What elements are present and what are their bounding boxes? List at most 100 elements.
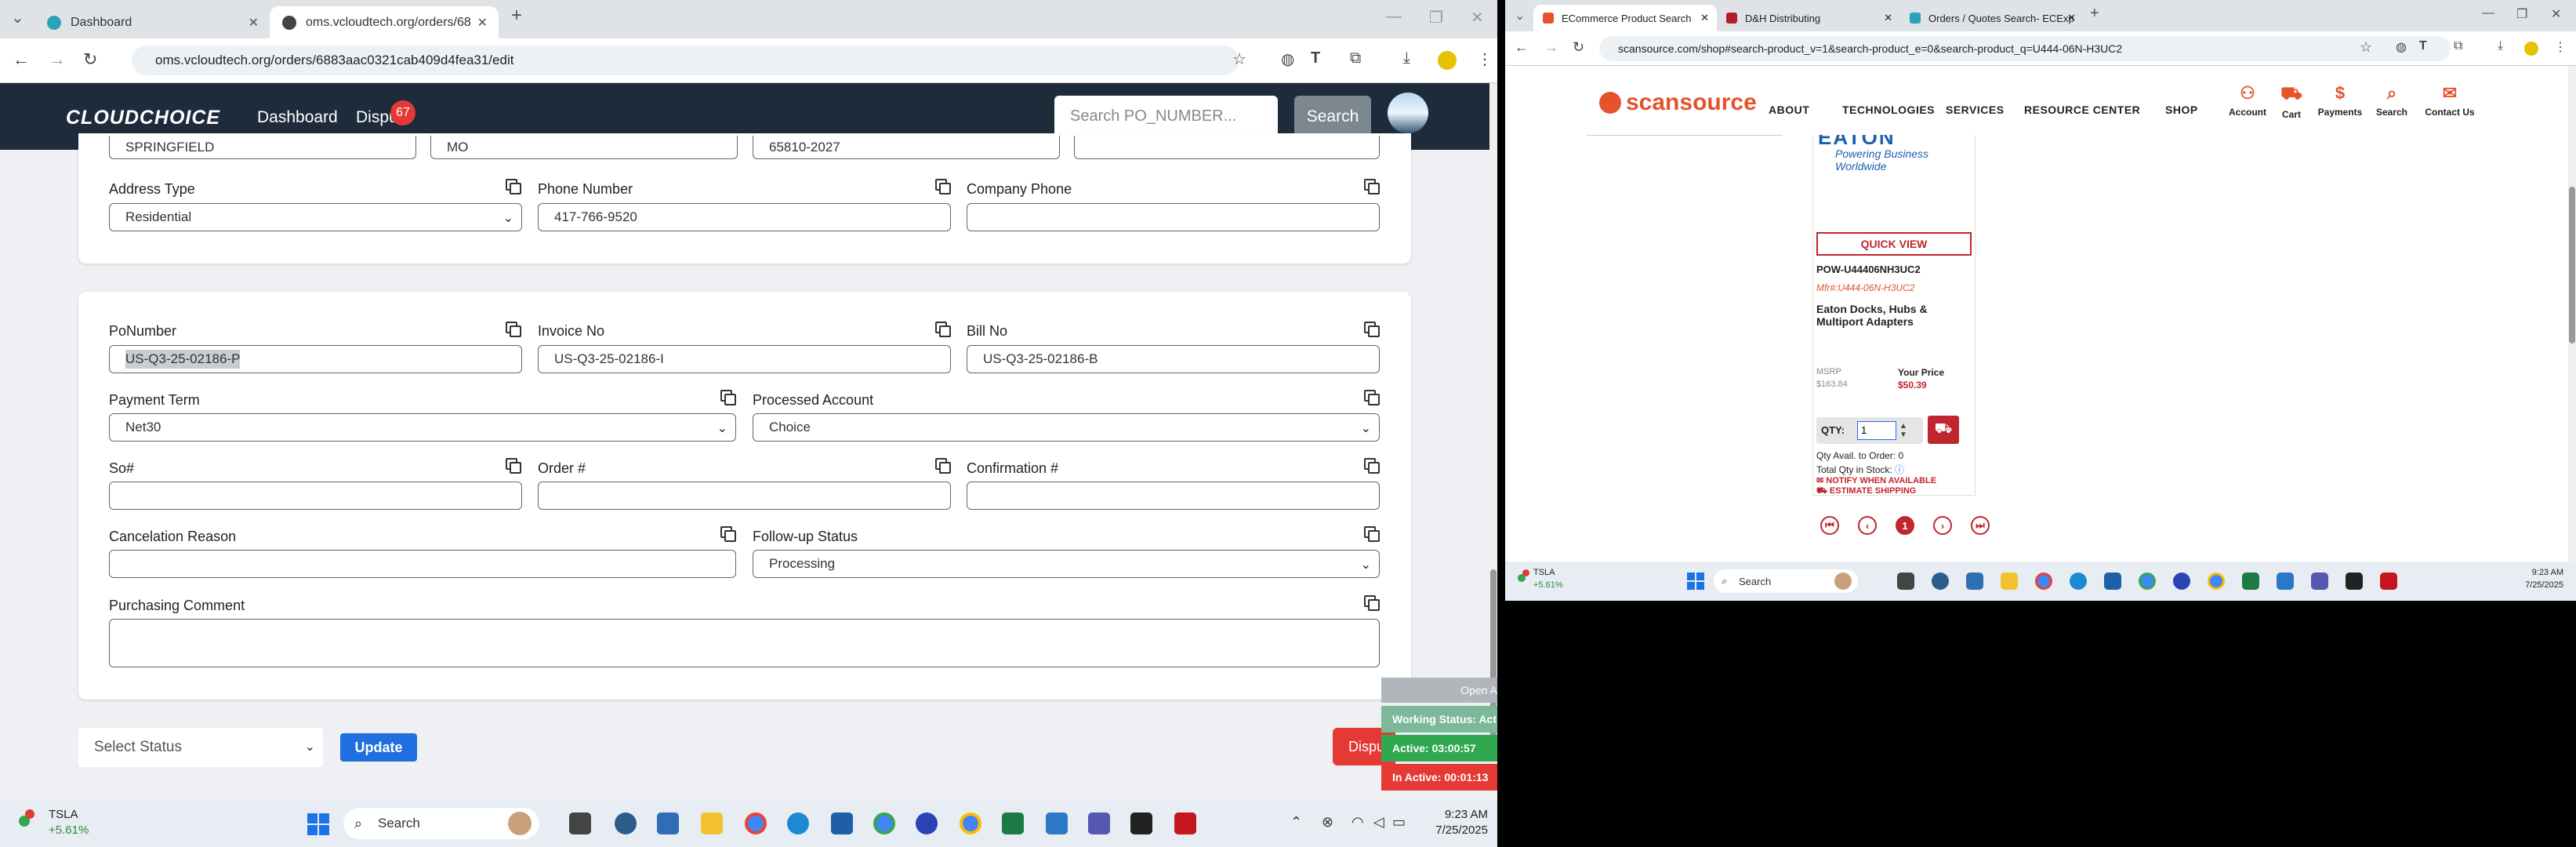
search-button[interactable]: Search xyxy=(1294,96,1371,137)
open-activity-label[interactable]: Open A xyxy=(1381,678,1497,703)
quick-view-button[interactable]: QUICK VIEW xyxy=(1816,232,1972,256)
new-tab-icon[interactable]: + xyxy=(2090,5,2099,23)
copy-icon[interactable] xyxy=(1364,390,1380,405)
close-icon[interactable]: ✕ xyxy=(1884,12,1892,24)
windows-start-icon[interactable] xyxy=(307,813,329,835)
back-icon[interactable]: ← xyxy=(13,49,30,70)
puzzle-icon[interactable]: ⧉ xyxy=(1350,49,1361,67)
chrome-icon[interactable] xyxy=(873,812,895,834)
company-phone-input[interactable] xyxy=(967,203,1380,231)
tab-search-icon[interactable]: ⌄ xyxy=(11,8,24,27)
bookmark-star-icon[interactable]: ☆ xyxy=(2360,39,2372,56)
puzzle-icon[interactable]: ⧉ xyxy=(2454,39,2462,53)
chrome-icon[interactable] xyxy=(2139,573,2156,590)
copy-icon[interactable] xyxy=(935,322,951,337)
file-explorer-icon[interactable] xyxy=(2001,573,2018,590)
app-icon[interactable] xyxy=(615,812,637,834)
clock-date[interactable]: 7/25/2025 xyxy=(1417,823,1488,837)
nav-resource-center[interactable]: RESOURCE CENTER xyxy=(2024,104,2140,116)
app-icon[interactable] xyxy=(1130,812,1152,834)
scansource-logo[interactable]: scansource xyxy=(1599,89,1757,116)
add-to-cart-button[interactable]: ⛟ xyxy=(1928,416,1959,444)
close-icon[interactable]: ✕ xyxy=(249,15,259,31)
download-icon[interactable]: ⤓ xyxy=(2498,39,2503,53)
app-icon[interactable] xyxy=(2277,573,2294,590)
confirmation-input[interactable] xyxy=(967,482,1380,510)
contact-link[interactable]: ✉ Contact Us xyxy=(2422,83,2477,118)
copy-icon[interactable] xyxy=(720,390,736,405)
minimize-icon[interactable]: — xyxy=(2482,6,2494,20)
file-explorer-icon[interactable] xyxy=(701,812,723,834)
tab-dh-distributing[interactable]: D&H Distributing ✕ xyxy=(1717,5,1900,31)
teams-icon[interactable] xyxy=(1088,812,1110,834)
bookmark-star-icon[interactable]: ☆ xyxy=(1232,49,1246,69)
close-icon[interactable]: ✕ xyxy=(2067,12,2076,24)
edge-icon[interactable] xyxy=(787,812,809,834)
zip-field[interactable]: 65810-2027 xyxy=(753,136,1060,159)
payment-term-select[interactable]: Net30 ⌄ xyxy=(109,413,736,442)
app-logo[interactable]: CLOUDCHOICE xyxy=(66,107,220,129)
copy-icon[interactable] xyxy=(1364,322,1380,337)
cancelation-reason-input[interactable] xyxy=(109,550,736,578)
user-avatar[interactable] xyxy=(1388,93,1428,133)
order-number-input[interactable] xyxy=(538,482,951,510)
app-icon[interactable] xyxy=(916,812,938,834)
purchasing-comment-textarea[interactable] xyxy=(109,619,1380,667)
calculator-icon[interactable] xyxy=(1966,573,1983,590)
excel-icon[interactable] xyxy=(1002,812,1024,834)
new-tab-icon[interactable]: + xyxy=(511,5,522,27)
clock-time[interactable]: 9:23 AM xyxy=(1438,808,1488,821)
profile-icon[interactable] xyxy=(2524,42,2538,56)
app-icon[interactable] xyxy=(1046,812,1068,834)
chrome-icon[interactable] xyxy=(2035,573,2052,590)
calculator-icon[interactable] xyxy=(657,812,679,834)
url-field[interactable]: scansource.com/shop#search-product_v=1&s… xyxy=(1599,36,2451,61)
first-page-icon[interactable]: ⏮ xyxy=(1820,516,1839,535)
wifi-icon[interactable]: ◠ xyxy=(1351,814,1364,831)
copy-icon[interactable] xyxy=(1364,595,1380,611)
excel-icon[interactable] xyxy=(2242,573,2259,590)
nav-shop[interactable]: SHOP xyxy=(2165,104,2198,116)
extension-icon[interactable]: ◍ xyxy=(2396,39,2407,55)
last-page-icon[interactable]: ⏭ xyxy=(1971,516,1990,535)
nav-technologies[interactable]: TECHNOLOGIES xyxy=(1842,104,1935,116)
tab-order-edit[interactable]: oms.vcloudtech.org/orders/68 ✕ xyxy=(270,6,499,38)
tray-chevron-icon[interactable]: ⌃ xyxy=(1290,814,1302,831)
estimate-link[interactable]: ⛟ ESTIMATE SHIPPING xyxy=(1816,486,1916,497)
clock-time[interactable]: 9:23 AM xyxy=(2501,568,2563,577)
copy-icon[interactable] xyxy=(1364,458,1380,474)
app-icon[interactable] xyxy=(2173,573,2190,590)
copy-icon[interactable] xyxy=(1364,526,1380,542)
qty-stepper[interactable]: ▲ ▼ xyxy=(1899,422,1907,439)
outlook-icon[interactable] xyxy=(2104,573,2121,590)
address-type-select[interactable]: Residential ⌄ xyxy=(109,203,522,231)
tab-orders-quotes[interactable]: Orders / Quotes Search- ECExp ✕ xyxy=(1900,5,2084,31)
app-icon[interactable] xyxy=(1932,573,1949,590)
notify-link[interactable]: ✉ NOTIFY WHEN AVAILABLE xyxy=(1816,475,1936,485)
edge-icon[interactable] xyxy=(2070,573,2087,590)
prev-page-icon[interactable]: ‹ xyxy=(1858,516,1877,535)
forward-icon[interactable]: → xyxy=(49,49,66,70)
cart-link[interactable]: ⛟ Cart xyxy=(2264,83,2319,120)
download-icon[interactable]: ⤓ xyxy=(1403,49,1410,67)
stock-widget-icon[interactable] xyxy=(19,809,42,828)
windows-start-icon[interactable] xyxy=(1687,573,1704,590)
close-icon[interactable]: ✕ xyxy=(1700,12,1709,24)
current-page[interactable]: 1 xyxy=(1896,516,1914,535)
teams-icon[interactable] xyxy=(2311,573,2328,590)
chrome-icon[interactable] xyxy=(960,812,981,834)
tab-ecommerce-search[interactable]: ECommerce Product Search ✕ xyxy=(1533,5,1717,31)
po-number-input[interactable]: US-Q3-25-02186-P xyxy=(109,345,522,373)
close-window-icon[interactable]: ✕ xyxy=(2551,6,2561,22)
taskbar-search[interactable]: ⌕ Search xyxy=(1714,569,1858,593)
translate-icon[interactable]: T xyxy=(1311,49,1320,67)
city-field[interactable]: SPRINGFIELD xyxy=(109,136,416,159)
scrollbar-thumb[interactable] xyxy=(2569,187,2575,344)
invoice-input[interactable]: US-Q3-25-02186-I xyxy=(538,345,951,373)
acrobat-icon[interactable] xyxy=(2380,573,2397,590)
processed-account-select[interactable]: Choice ⌄ xyxy=(753,413,1380,442)
product-name[interactable]: Eaton Docks, Hubs & Multiport Adapters xyxy=(1816,303,1965,328)
search-link[interactable]: ⌕ Search xyxy=(2364,83,2419,118)
restore-icon[interactable]: ❐ xyxy=(2516,6,2527,22)
battery-icon[interactable]: ▭ xyxy=(1392,814,1406,831)
